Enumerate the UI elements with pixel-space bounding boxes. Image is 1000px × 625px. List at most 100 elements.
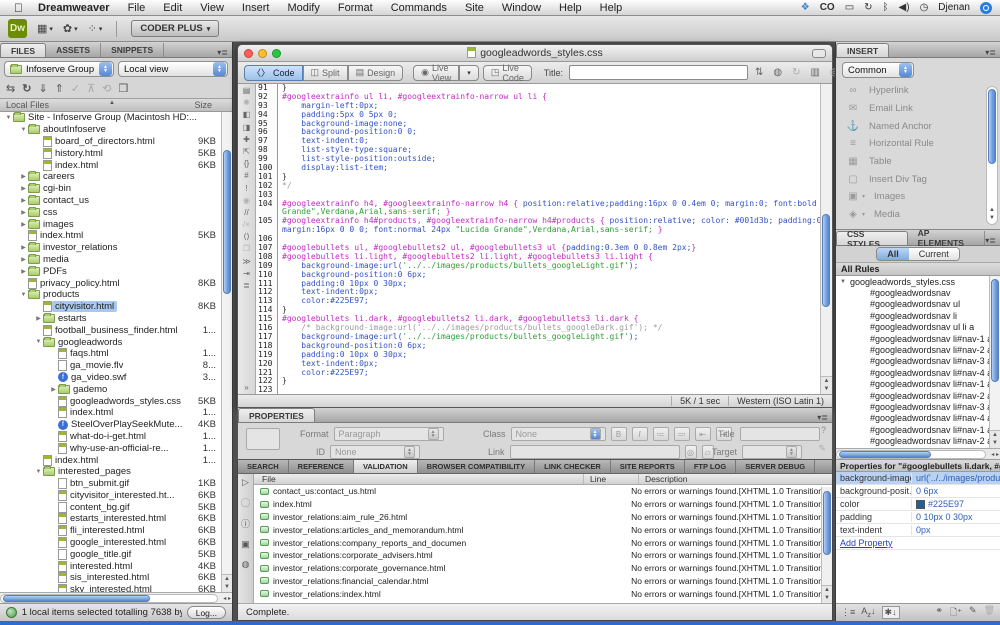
css-rule-item[interactable]: #googleadwordsnav li#nav-2 a:ho	[836, 390, 1000, 401]
css-all-button[interactable]: All	[877, 248, 909, 260]
outdent-button[interactable]: ⇤	[695, 427, 711, 441]
show-category-view-icon[interactable]: ⋮≡	[841, 607, 855, 618]
file-tree-item[interactable]: ▶images	[0, 218, 232, 230]
css-rule-item[interactable]: #googleadwordsnav ul	[836, 299, 1000, 310]
menu-modify[interactable]: Modify	[278, 2, 328, 14]
code-line[interactable]: 109 background-image:url('../../images/p…	[256, 262, 820, 271]
check-out-icon[interactable]: ✓	[71, 82, 80, 95]
file-tree-item[interactable]: googleadwords_styles.css5KB	[0, 395, 232, 407]
id-select[interactable]: None▲▼	[330, 445, 420, 459]
menu-commands[interactable]: Commands	[382, 2, 456, 14]
properties-tab[interactable]: PROPERTIES	[238, 408, 315, 422]
css-rule-item[interactable]: #googleadwordsnav li#nav-3 a:ho	[836, 401, 1000, 412]
ordered-list-button[interactable]: ≕	[674, 427, 690, 441]
insert-item-table[interactable]: ▦Table	[836, 153, 1000, 171]
code-line[interactable]: 120 text-indent:0px;	[256, 360, 820, 369]
code-line[interactable]: 110 background-position:0 6px;	[256, 271, 820, 280]
save-report-button[interactable]: ▣	[241, 539, 250, 550]
code-line[interactable]: 116 /* background-image:url('../../image…	[256, 324, 820, 333]
file-tree-item[interactable]: ▼googleadwords	[0, 336, 232, 348]
file-management-icon[interactable]: ⇅	[755, 67, 763, 78]
css-rule-item[interactable]: #googleadwordsnav li	[836, 310, 1000, 321]
link-input[interactable]	[510, 445, 680, 459]
file-tree-item[interactable]: ▼interested_pages	[0, 466, 232, 478]
disclosure-triangle[interactable]: ▶	[19, 185, 28, 192]
run-validation-button[interactable]: ▷	[242, 477, 249, 488]
stylesheet-node[interactable]: ▼googleadwords_styles.css	[836, 276, 1000, 287]
menu-dreamweaver[interactable]: Dreamweaver	[29, 2, 119, 14]
bold-button[interactable]: B	[611, 427, 627, 441]
css-property-row[interactable]: background-posit...0 6px	[836, 485, 1000, 498]
validation-result-row[interactable]: investor_relations:information_on_shareh…	[254, 600, 832, 603]
get-files-icon[interactable]: ⇓	[38, 82, 47, 95]
tab-assets[interactable]: ASSETS	[46, 43, 101, 57]
user-menu[interactable]: Djenan	[938, 2, 970, 13]
unordered-list-button[interactable]: ≔	[653, 427, 669, 441]
disclosure-triangle[interactable]: ▶	[19, 209, 28, 216]
live-view-options-button[interactable]: ▾	[459, 65, 479, 81]
file-tree-item[interactable]: ▶careers	[0, 171, 232, 183]
document-titlebar[interactable]: googleadwords_styles.css	[238, 45, 832, 62]
show-set-properties-icon[interactable]: ✱↓	[882, 606, 900, 619]
site-select[interactable]: Infoserve Group▲▼	[4, 61, 114, 77]
collapse-selection-icon[interactable]: ◨	[243, 123, 251, 132]
show-list-view-icon[interactable]: Az↓	[861, 606, 875, 619]
results-tab-browser-compatibility[interactable]: BROWSER COMPATIBILITY	[418, 460, 535, 473]
quick-tag-editor-icon[interactable]: ✎	[818, 443, 826, 454]
target-select[interactable]: ▲▼	[742, 445, 802, 459]
disclosure-triangle[interactable]: ▶	[19, 268, 28, 275]
add-property-link[interactable]: Add Property	[836, 537, 893, 550]
insert-item-hyperlink[interactable]: ∞Hyperlink	[836, 82, 1000, 100]
log-button[interactable]: Log...	[187, 606, 226, 619]
tab-files[interactable]: FILES	[0, 43, 46, 57]
workspace-switcher-button[interactable]: CODER PLUS ▾	[131, 20, 219, 37]
file-tree-item[interactable]: interested.html4KB	[0, 560, 232, 572]
menu-site[interactable]: Site	[456, 2, 493, 14]
css-panel-menu-icon[interactable]: ▾≣	[985, 236, 1000, 245]
file-tree-item[interactable]: ▶gademo	[0, 383, 232, 395]
file-tree-item[interactable]: ▶media	[0, 254, 232, 266]
delete-css-rule-icon[interactable]: 🗑	[984, 605, 995, 621]
insert-tab[interactable]: INSERT	[836, 43, 889, 57]
disclosure-triangle[interactable]: ▶	[19, 173, 28, 180]
css-rule-item[interactable]: #googleadwordsnav	[836, 287, 1000, 298]
insert-scrollbar[interactable]: ▲▼	[986, 86, 998, 225]
refresh-design-view-icon[interactable]: ↻	[792, 67, 800, 78]
file-tree-item[interactable]: btn_submit.gif1KB	[0, 478, 232, 490]
insert-panel-menu-icon[interactable]: ▾≣	[985, 48, 1000, 57]
css-rule-item[interactable]: #googleadwordsnav li#nav-3 a	[836, 356, 1000, 367]
file-tree-hscrollbar[interactable]: ◂ ▸	[0, 592, 232, 603]
file-tree-item[interactable]: ▶cgi-bin	[0, 183, 232, 195]
insert-category-select[interactable]: Common▲▼	[842, 62, 914, 78]
disclosure-triangle[interactable]: ▼	[19, 127, 28, 133]
insert-item-email-link[interactable]: ✉Email Link	[836, 100, 1000, 118]
sync-icon[interactable]: ↻	[864, 2, 872, 13]
file-tree-item[interactable]: sky_interested.html6KB	[0, 584, 232, 592]
menu-file[interactable]: File	[119, 2, 155, 14]
file-tree-item[interactable]: fSteelOverPlaySeekMute...4KB	[0, 419, 232, 431]
disclosure-triangle[interactable]: ▼	[34, 339, 43, 345]
stop-validation-button[interactable]: ◯	[240, 497, 250, 508]
italic-button[interactable]: I	[632, 427, 648, 441]
displays-icon[interactable]: ▭	[845, 2, 854, 13]
css-property-row[interactable]: text-indent0px	[836, 524, 1000, 537]
code-line[interactable]: 97 text-indent:0;	[256, 137, 820, 146]
insert-item-horizontal-rule[interactable]: ≡Horizontal Rule	[836, 135, 1000, 153]
code-line[interactable]: 106	[256, 235, 820, 244]
live-view-button[interactable]: ◉ Live View	[413, 65, 459, 81]
file-tree-item[interactable]: cityvisitor.html8KB	[0, 301, 232, 313]
code-line[interactable]: 100 display:list-item;	[256, 164, 820, 173]
code-editor[interactable]: 91}92#googleextrainfo ul li, #googleextr…	[256, 84, 820, 394]
css-current-button[interactable]: Current	[909, 248, 959, 260]
select-parent-tag-icon[interactable]: ⇱	[243, 147, 250, 156]
css-property-row[interactable]: background-imageurl('../../images/produc…	[836, 472, 1000, 485]
file-tree-item[interactable]: why-use-an-official-re...1...	[0, 442, 232, 454]
bluetooth-icon[interactable]: ᛒ	[883, 2, 889, 13]
refresh-icon[interactable]: ↻	[22, 82, 31, 95]
code-line[interactable]: 98 list-style-type:square;	[256, 146, 820, 155]
network-status-icon[interactable]: ❖	[801, 2, 810, 13]
menu-window[interactable]: Window	[493, 2, 550, 14]
layout-switcher-button[interactable]: ▦ ▾	[37, 22, 53, 35]
results-tab-site-reports[interactable]: SITE REPORTS	[611, 460, 685, 473]
file-tree-item[interactable]: football_business_finder.html1...	[0, 324, 232, 336]
